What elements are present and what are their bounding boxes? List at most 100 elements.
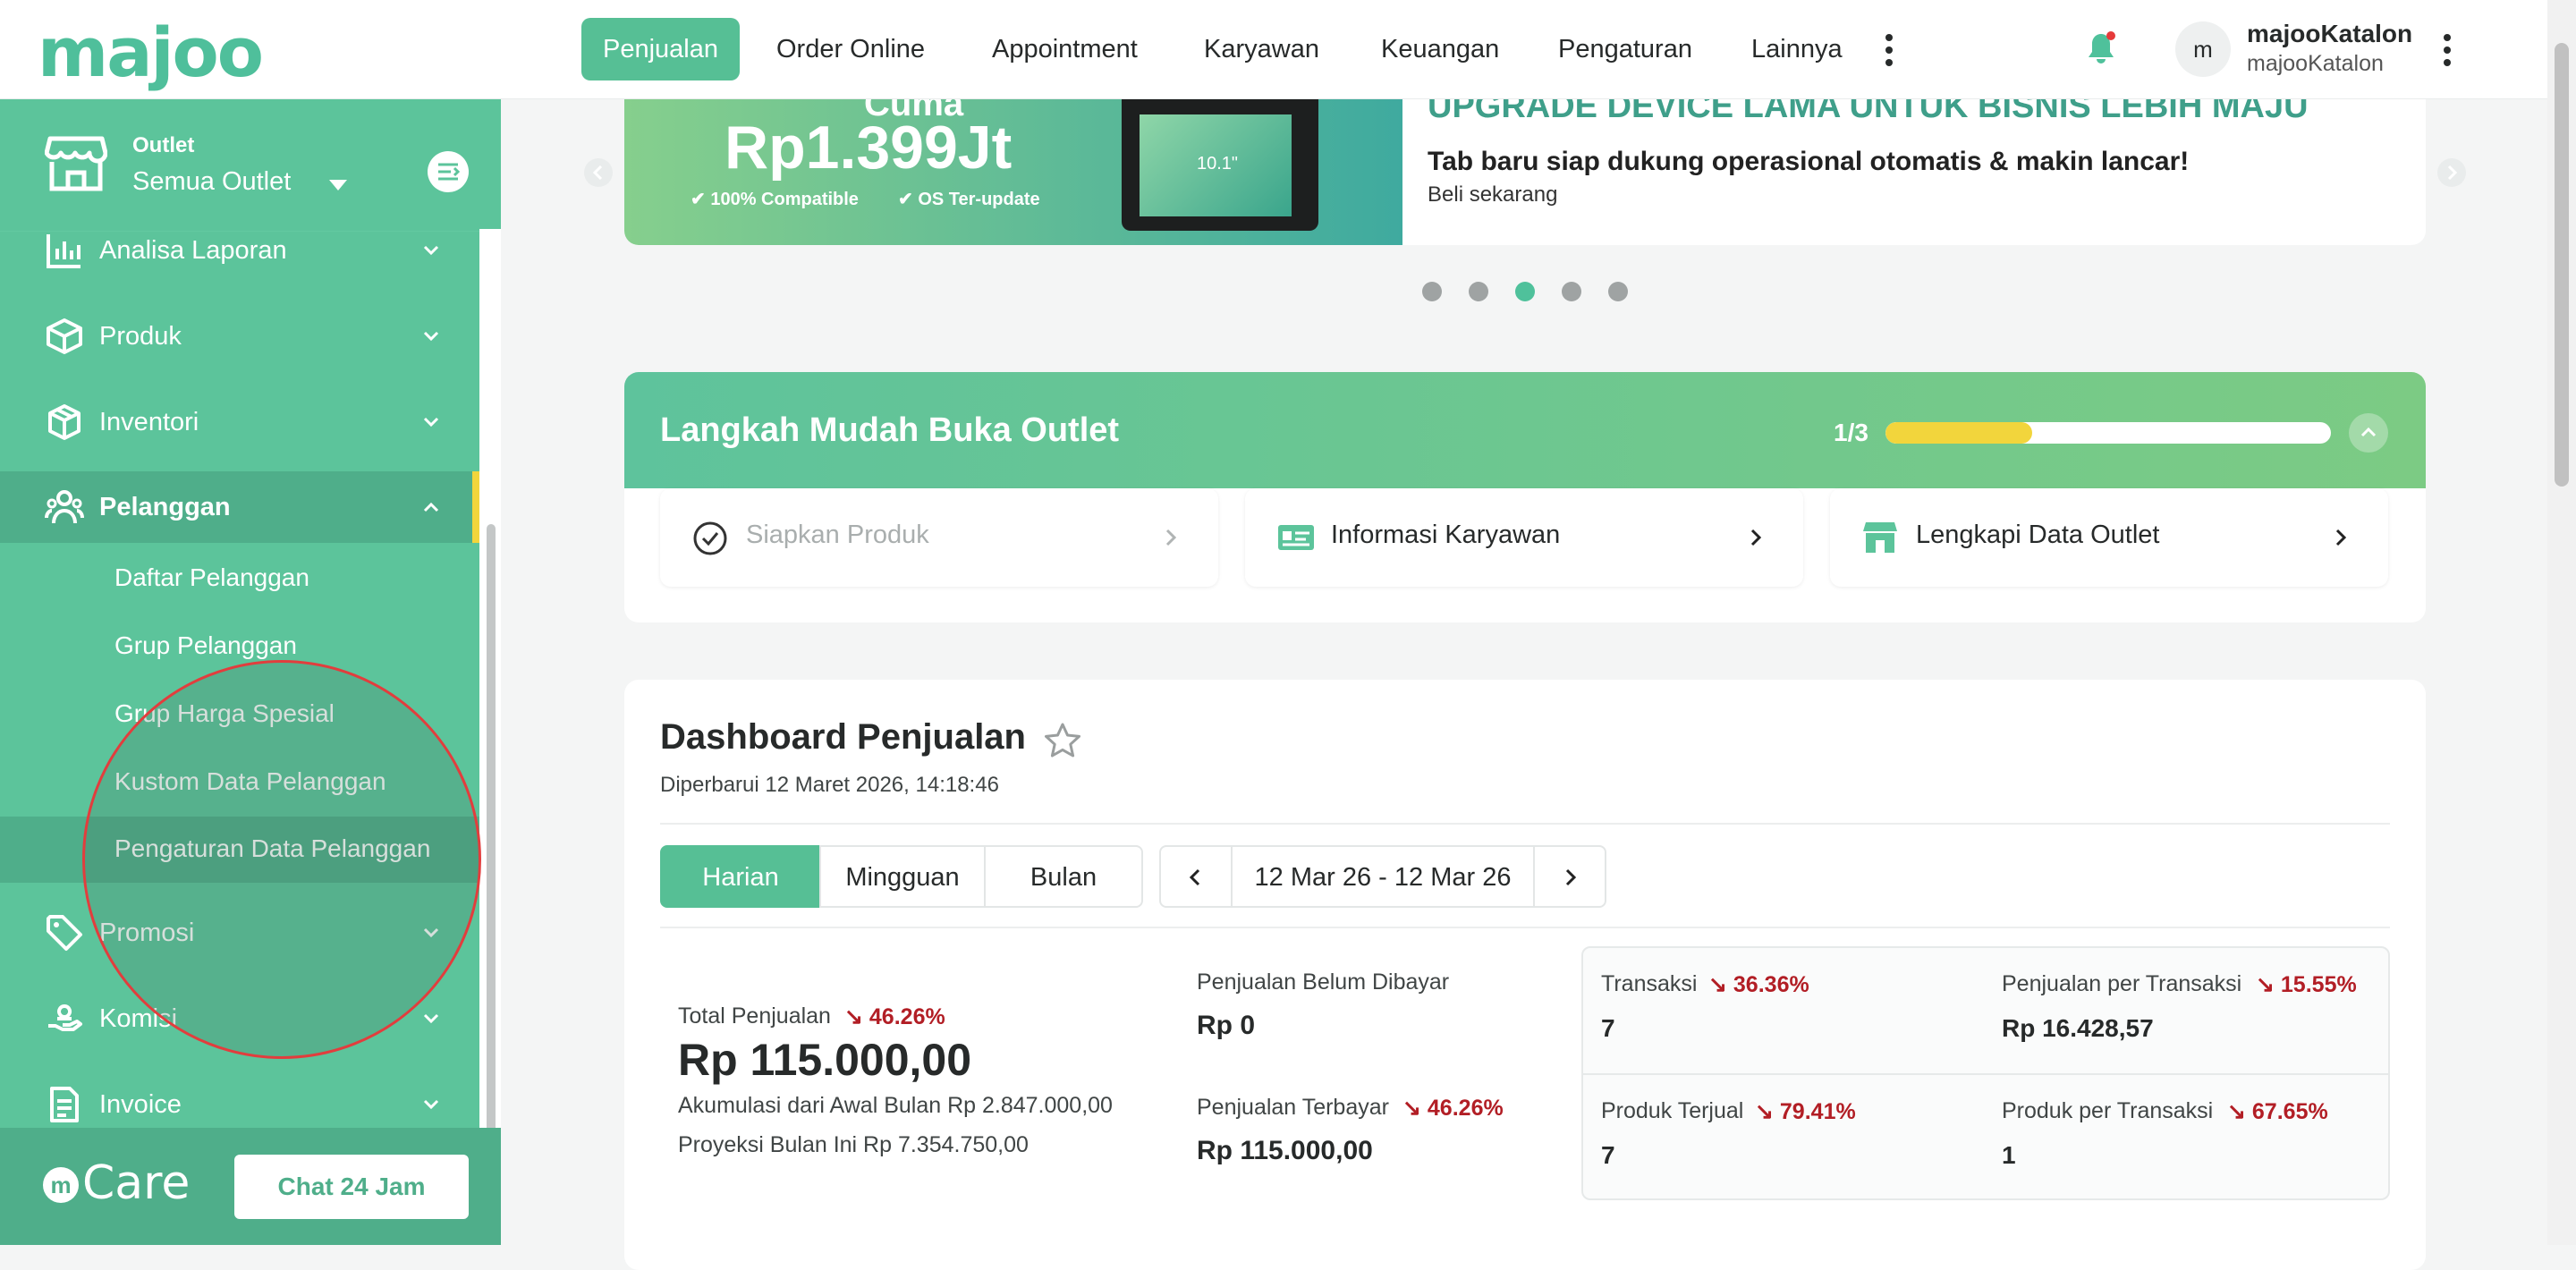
banner-subheadline: Tab baru siap dukung operasional otomati…	[1428, 147, 2190, 176]
user-menu-icon[interactable]	[2444, 34, 2451, 66]
customers-icon	[45, 490, 84, 524]
divider	[660, 927, 2390, 928]
sidebar-item-produk[interactable]: Produk	[0, 301, 479, 371]
sidebar-item-pelanggan[interactable]: Pelanggan	[0, 471, 479, 543]
tablet-size-label: 10.1"	[1197, 154, 1239, 174]
notification-bell-icon[interactable]	[2085, 30, 2117, 66]
change-value: 46.26%	[1427, 1096, 1504, 1121]
chart-icon	[47, 234, 80, 268]
star-icon[interactable]	[1043, 721, 1082, 760]
chevron-down-icon	[423, 1099, 439, 1110]
chevron-down-icon	[423, 1013, 439, 1024]
change-value: 79.41%	[1779, 1099, 1856, 1124]
sidebar-item-label: Inventori	[99, 407, 199, 436]
carousel-dot-3[interactable]	[1515, 282, 1535, 301]
step-lengkapi-data-outlet[interactable]: Lengkapi Data Outlet	[1830, 488, 2388, 587]
tab-karyawan[interactable]: Karyawan	[1182, 18, 1341, 80]
chevron-down-icon	[423, 245, 439, 256]
avatar[interactable]: m	[2175, 21, 2231, 77]
carousel-next-icon[interactable]	[2436, 157, 2467, 188]
carousel-dot-2[interactable]	[1469, 282, 1488, 301]
onboarding-collapse-button[interactable]	[2349, 413, 2388, 453]
change-value: 67.65%	[2251, 1099, 2328, 1124]
user-name[interactable]: majooKatalon	[2247, 20, 2412, 48]
onboarding-progress-text: 1/3	[1834, 419, 1868, 446]
terbayar-value: Rp 115.000,00	[1197, 1136, 1373, 1165]
period-bulan-button[interactable]: Bulan	[984, 845, 1143, 908]
total-penjualan-change: ↘ 46.26%	[844, 1004, 945, 1029]
majoo-logo[interactable]: majoo	[38, 13, 264, 92]
tab-pengaturan[interactable]: Pengaturan	[1537, 18, 1714, 80]
kpi-transaksi-change: ↘ 36.36%	[1708, 972, 1809, 997]
change-value: 36.36%	[1733, 972, 1809, 997]
date-range-field[interactable]: 12 Mar 26 - 12 Mar 26	[1231, 845, 1535, 908]
banner-left-panel: Cuma Rp1.399Jt ✔ 100% Compatible ✔ OS Te…	[624, 88, 1402, 245]
active-indicator	[472, 471, 479, 543]
kpi-transaksi-value: 7	[1601, 1014, 1615, 1042]
step-label: Informasi Karyawan	[1331, 521, 1561, 549]
care-label: Care	[82, 1156, 191, 1210]
dashboard-title: Dashboard Penjualan	[660, 717, 1026, 757]
kpi-penjualan-per-transaksi-value: Rp 16.428,57	[2002, 1014, 2154, 1042]
kpi-penjualan-per-transaksi-change: ↘ 15.55%	[2256, 972, 2357, 997]
promo-banner[interactable]: Cuma Rp1.399Jt ✔ 100% Compatible ✔ OS Te…	[624, 88, 2426, 245]
step-informasi-karyawan[interactable]: Informasi Karyawan	[1245, 488, 1803, 587]
onboarding-title: Langkah Mudah Buka Outlet	[660, 411, 1120, 449]
tab-appointment[interactable]: Appointment	[970, 18, 1159, 80]
carousel-prev-icon[interactable]	[583, 157, 614, 188]
store-icon	[1863, 522, 1897, 553]
caret-down-icon[interactable]	[327, 178, 349, 192]
check-circle-icon	[693, 521, 727, 555]
sidebar-subitem-daftar-pelanggan[interactable]: Daftar Pelanggan	[0, 546, 479, 612]
carousel-dot-4[interactable]	[1562, 282, 1581, 301]
change-value: 46.26%	[869, 1004, 945, 1029]
tab-penjualan[interactable]: Penjualan	[581, 18, 740, 80]
belum-dibayar-label: Penjualan Belum Dibayar	[1197, 969, 1450, 995]
tab-lainnya[interactable]: Lainnya	[1730, 18, 1864, 80]
chevron-right-icon	[1750, 529, 1762, 546]
tab-keuangan[interactable]: Keuangan	[1360, 18, 1521, 80]
inventory-icon	[48, 404, 80, 440]
total-penjualan-value: Rp 115.000,00	[678, 1035, 972, 1085]
sidebar-item-label: Invoice	[99, 1089, 182, 1119]
carousel-dot-5[interactable]	[1608, 282, 1628, 301]
collapse-sidebar-button[interactable]	[428, 151, 469, 192]
outlet-value[interactable]: Semua Outlet	[132, 167, 291, 197]
banner-price: Rp1.399Jt	[724, 114, 1013, 182]
banner-badge-text: 100% Compatible	[710, 190, 859, 209]
date-next-button[interactable]	[1533, 845, 1606, 908]
step-siapkan-produk[interactable]: Siapkan Produk	[660, 488, 1218, 587]
date-prev-button[interactable]	[1159, 845, 1233, 908]
terbayar-label: Penjualan Terbayar	[1197, 1095, 1389, 1120]
outlet-selector[interactable]: Outlet Semua Outlet	[0, 99, 501, 232]
divider	[1583, 1073, 2388, 1075]
sidebar-subitem-label: Grup Pelanggan	[114, 631, 297, 659]
change-value: 15.55%	[2280, 972, 2357, 997]
period-harian-button[interactable]: Harian	[660, 845, 821, 908]
period-mingguan-button[interactable]: Mingguan	[819, 845, 986, 908]
akumulasi-text: Akumulasi dari Awal Bulan Rp 2.847.000,0…	[678, 1093, 1113, 1118]
banner-badge-os: ✔ OS Ter-update	[898, 190, 1040, 209]
total-penjualan-label: Total Penjualan	[678, 1003, 831, 1029]
tablet-image: 10.1"	[1122, 88, 1318, 231]
majoo-care-footer: m Care Chat 24 Jam	[0, 1128, 501, 1245]
chat-24-jam-button[interactable]: Chat 24 Jam	[233, 1153, 470, 1221]
box-icon	[47, 318, 82, 354]
more-menu-icon[interactable]	[1885, 34, 1893, 66]
kpi-produk-per-transaksi-value: 1	[2002, 1141, 2016, 1169]
proyeksi-text: Proyeksi Bulan Ini Rp 7.354.750,00	[678, 1132, 1029, 1157]
tablet-screen: 10.1"	[1140, 114, 1292, 216]
sidebar-item-label: Produk	[99, 321, 182, 351]
main-scrollbar-thumb[interactable]	[2555, 43, 2569, 487]
kpi-grid: Transaksi ↘ 36.36% 7 Penjualan per Trans…	[1581, 946, 2390, 1200]
sidebar-scrollbar-thumb[interactable]	[487, 524, 496, 1132]
banner-cta-link[interactable]: Beli sekarang	[1428, 182, 1557, 207]
sidebar-item-analisa-laporan[interactable]: Analisa Laporan	[0, 216, 479, 285]
onboarding-progress-fill	[1885, 422, 2033, 444]
tab-order-online[interactable]: Order Online	[755, 18, 946, 80]
sidebar-item-inventori[interactable]: Inventori	[0, 387, 479, 457]
outlet-label: Outlet	[132, 133, 195, 157]
carousel-dot-1[interactable]	[1422, 282, 1442, 301]
kpi-produk-terjual-change: ↘ 79.41%	[1755, 1099, 1856, 1124]
kpi-produk-terjual-value: 7	[1601, 1141, 1615, 1169]
